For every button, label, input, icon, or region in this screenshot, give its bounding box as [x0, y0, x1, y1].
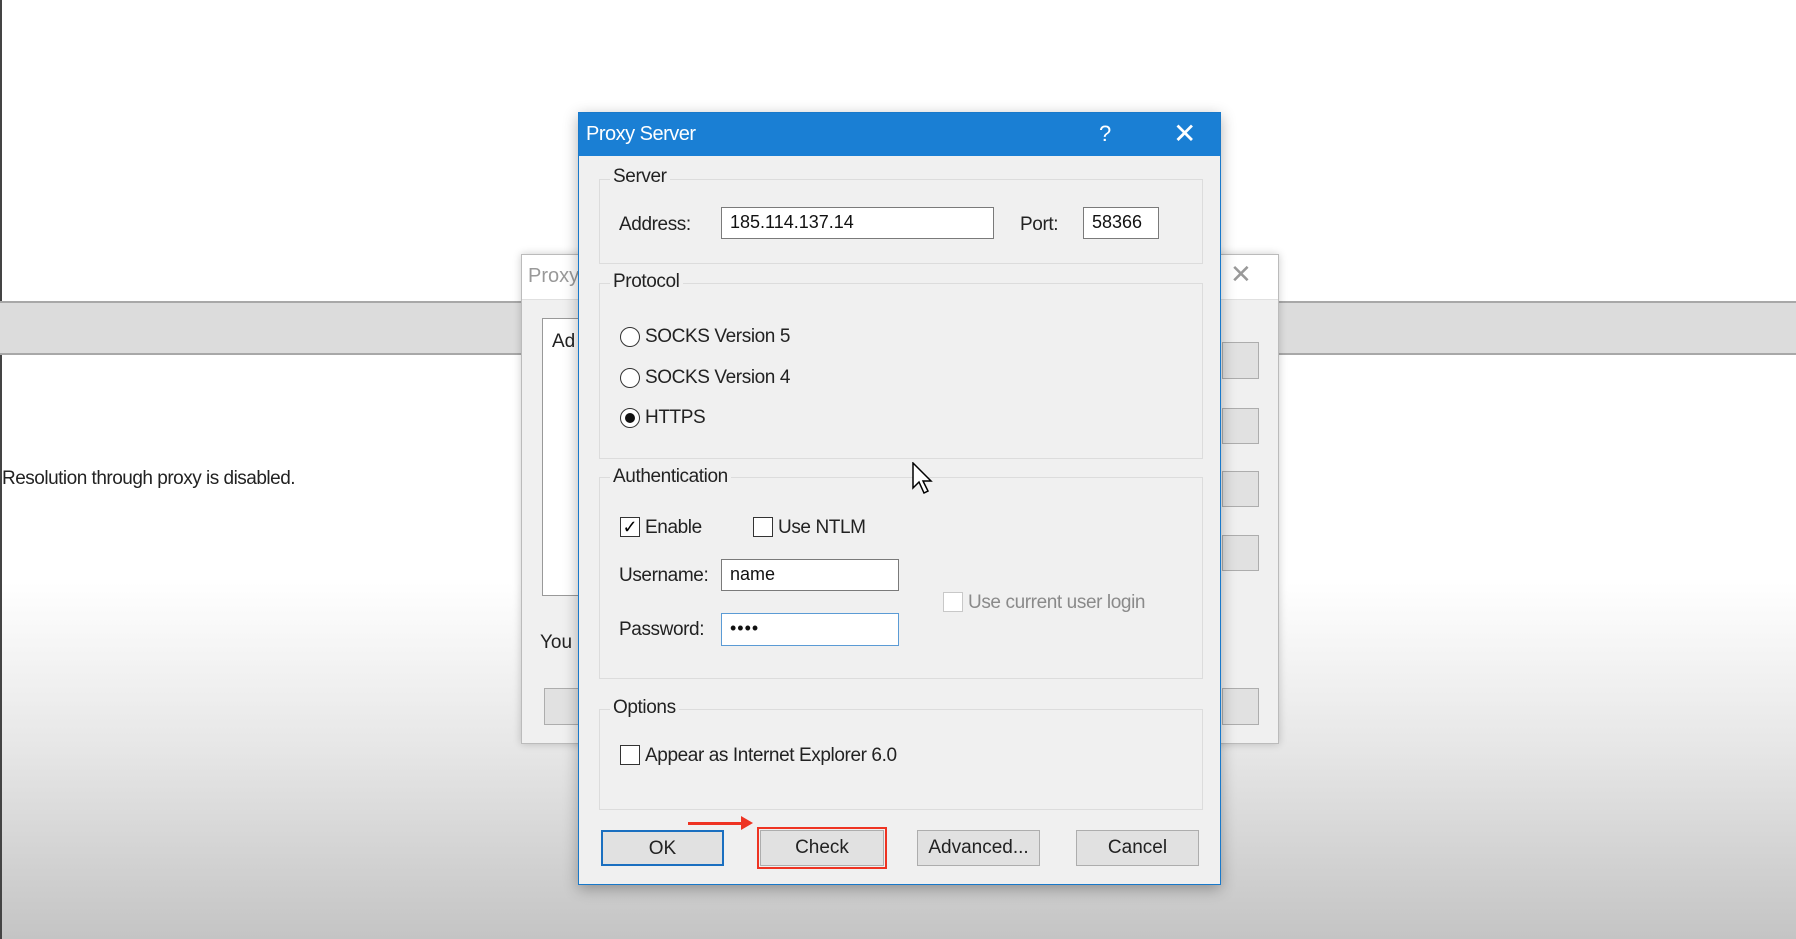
background-button[interactable]: [1222, 342, 1259, 379]
username-label: Username:: [619, 565, 709, 586]
use-current-user-checkbox[interactable]: [943, 592, 963, 612]
socks4-radio[interactable]: [620, 368, 640, 388]
username-input[interactable]: name: [721, 559, 899, 591]
appear-ie6-label[interactable]: Appear as Internet Explorer 6.0: [645, 745, 897, 767]
advanced-button[interactable]: Advanced...: [917, 830, 1040, 866]
socks5-label[interactable]: SOCKS Version 5: [645, 326, 790, 348]
background-note: You: [540, 632, 573, 653]
appear-ie6-checkbox[interactable]: [620, 745, 640, 765]
options-legend: Options: [610, 697, 679, 719]
background-button[interactable]: [1222, 688, 1259, 725]
help-icon[interactable]: ?: [1099, 121, 1111, 147]
https-label[interactable]: HTTPS: [645, 407, 706, 429]
check-button[interactable]: Check: [757, 827, 887, 869]
arrow-annotation: [688, 822, 743, 825]
use-current-user-label[interactable]: Use current user login: [968, 592, 1145, 614]
port-input[interactable]: 58366: [1083, 207, 1159, 239]
address-input[interactable]: 185.114.137.14: [721, 207, 994, 239]
password-input[interactable]: ••••: [721, 613, 899, 646]
background-title: Proxy: [528, 265, 580, 287]
arrow-head-icon: [741, 816, 753, 830]
password-label: Password:: [619, 619, 705, 640]
title-bar: Proxy Server ? ✕: [579, 113, 1220, 156]
background-close-icon[interactable]: ✕: [1230, 259, 1252, 290]
cancel-button[interactable]: Cancel: [1076, 830, 1199, 866]
socks4-label[interactable]: SOCKS Version 4: [645, 367, 790, 389]
socks5-radio[interactable]: [620, 327, 640, 347]
background-button[interactable]: [1222, 535, 1259, 571]
dialog-title: Proxy Server: [586, 123, 696, 145]
close-icon[interactable]: ✕: [1173, 117, 1196, 150]
use-ntlm-checkbox[interactable]: [753, 517, 773, 537]
https-radio[interactable]: [620, 408, 640, 428]
server-legend: Server: [610, 166, 670, 188]
enable-label[interactable]: Enable: [645, 517, 702, 539]
background-button[interactable]: [1222, 471, 1259, 507]
enable-checkbox[interactable]: ✓: [620, 517, 640, 537]
use-ntlm-label[interactable]: Use NTLM: [778, 517, 866, 539]
authentication-legend: Authentication: [610, 466, 731, 488]
proxy-server-dialog: Proxy Server ? ✕ Server Address: 185.114…: [578, 112, 1221, 885]
protocol-legend: Protocol: [610, 271, 683, 293]
port-label: Port:: [1020, 214, 1059, 235]
status-text: Resolution through proxy is disabled.: [2, 468, 296, 489]
mouse-cursor-icon: [912, 462, 933, 495]
address-label: Address:: [619, 214, 691, 235]
ok-button[interactable]: OK: [601, 830, 724, 866]
background-button[interactable]: [1222, 408, 1259, 444]
background-list-text: Ad: [552, 331, 576, 352]
